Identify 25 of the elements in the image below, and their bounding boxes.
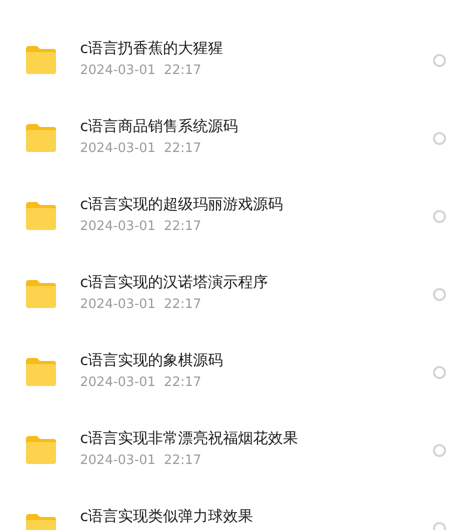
folder-icon [24,279,58,309]
file-name: c语言实现的象棋源码 [80,350,224,371]
file-name: c语言实现的汉诺塔演示程序 [80,272,270,293]
select-radio[interactable] [433,54,446,67]
folder-icon [24,123,58,153]
select-radio[interactable] [433,132,446,145]
file-date: 2024-03-01 22:17 [80,140,202,158]
select-radio[interactable] [433,210,446,223]
file-date: 2024-03-01 22:17 [80,62,202,80]
file-date: 2024-03-01 22:17 [80,296,202,314]
folder-icon [24,45,58,75]
file-name: c语言扔香蕉的大猩猩 [80,38,224,59]
folder-icon [24,357,58,387]
file-name: c语言实现的超级玛丽游戏源码 [80,194,284,215]
file-name: c语言实现非常漂亮祝福烟花效果 [80,428,300,449]
select-radio[interactable] [433,288,446,301]
file-name: c语言实现类似弹力球效果 [80,506,254,527]
folder-icon [24,435,58,465]
select-radio[interactable] [433,444,446,457]
file-name: c语言商品销售系统源码 [80,116,240,137]
file-date: 2024-03-01 22:17 [80,374,202,392]
file-date: 2024-03-01 22:17 [80,218,202,236]
folder-icon [24,201,58,231]
file-date: 2024-03-01 22:17 [80,452,202,470]
select-radio[interactable] [433,366,446,379]
